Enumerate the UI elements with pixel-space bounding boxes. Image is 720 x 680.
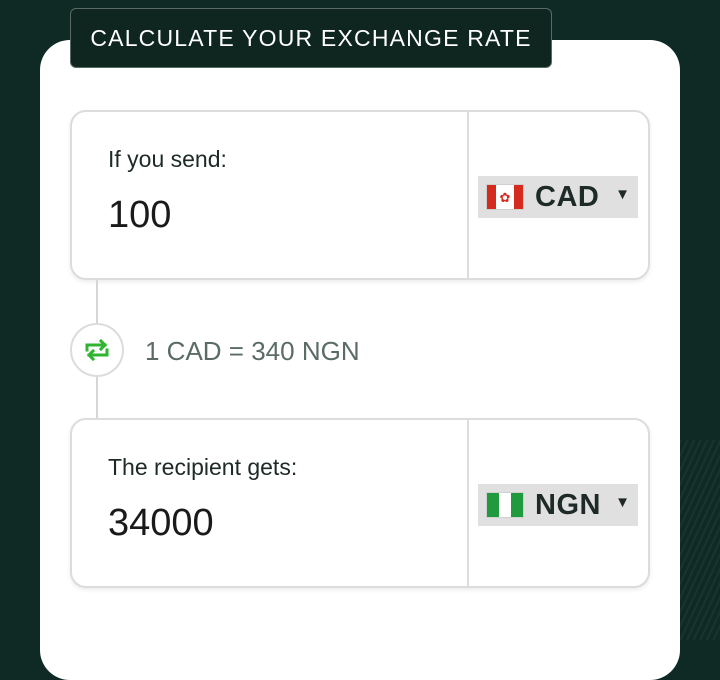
- receive-label: The recipient gets:: [108, 454, 298, 480]
- nigeria-flag-icon: [486, 492, 524, 518]
- receive-amount-field[interactable]: 34000: [108, 502, 214, 545]
- send-panel-divider: [467, 112, 469, 278]
- swap-currencies-button[interactable]: [70, 323, 124, 377]
- send-amount-input[interactable]: 100: [108, 194, 171, 237]
- receive-panel: The recipient gets: 34000 NGN ▼: [70, 418, 650, 588]
- chevron-down-icon: ▼: [615, 494, 630, 511]
- connector-line-top: [96, 280, 98, 323]
- calculator-title-text: CALCULATE YOUR EXCHANGE RATE: [90, 24, 532, 51]
- exchange-rate-text: 1 CAD = 340 NGN: [145, 336, 360, 366]
- calculator-title: CALCULATE YOUR EXCHANGE RATE: [70, 8, 552, 68]
- swap-arrows-icon: [85, 338, 109, 362]
- receive-currency-select[interactable]: NGN ▼: [478, 484, 638, 526]
- receive-currency-code: NGN: [535, 488, 601, 521]
- send-panel: If you send: 100 ✿ CAD ▼: [70, 110, 650, 280]
- canada-flag-icon: ✿: [486, 184, 524, 210]
- connector-line-bottom: [96, 377, 98, 418]
- send-currency-select[interactable]: ✿ CAD ▼: [478, 176, 638, 218]
- chevron-down-icon: ▼: [615, 186, 630, 203]
- send-label: If you send:: [108, 146, 227, 172]
- receive-panel-divider: [467, 420, 469, 586]
- send-currency-code: CAD: [535, 180, 600, 213]
